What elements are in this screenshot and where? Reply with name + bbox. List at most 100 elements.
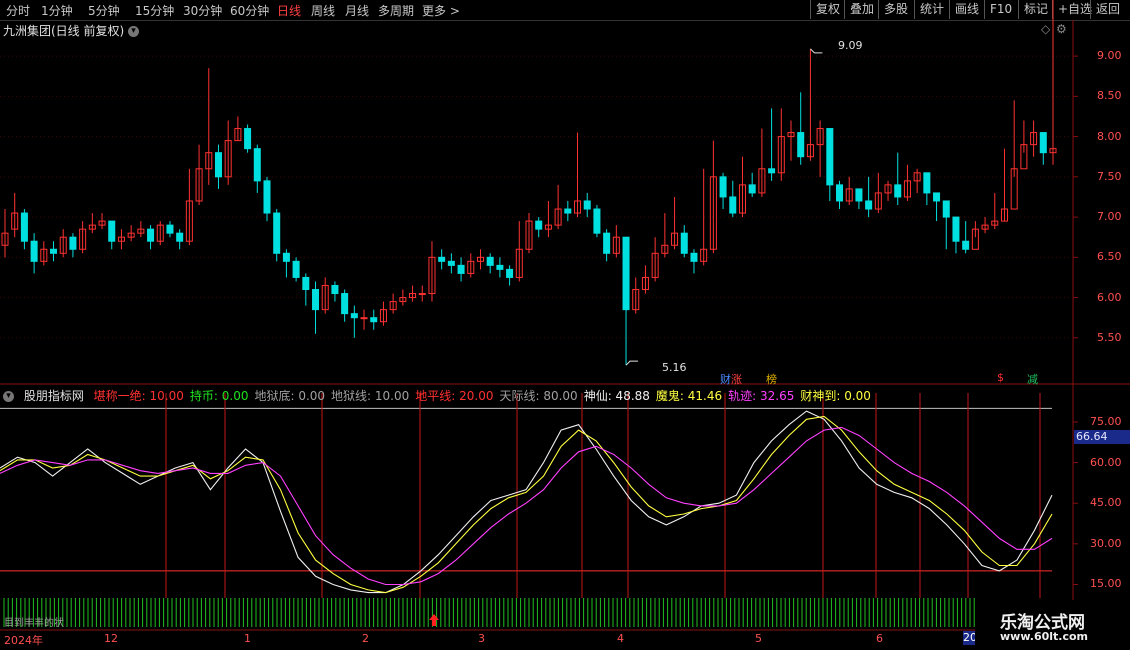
indicator-lines bbox=[0, 393, 1053, 627]
candle-body bbox=[836, 184, 844, 202]
indicator-field: 持币: 0.00 bbox=[189, 389, 249, 403]
indicator-field: 轨迹: 32.65 bbox=[728, 389, 795, 403]
candle-body bbox=[506, 268, 514, 278]
candle-body bbox=[292, 260, 300, 278]
finance-badge[interactable]: 财 bbox=[720, 371, 731, 387]
indicator-series-line bbox=[0, 415, 1053, 594]
low-price-label: 5.16 bbox=[662, 361, 687, 374]
candle-body bbox=[748, 184, 756, 194]
candle-body bbox=[719, 176, 727, 198]
candle-body bbox=[826, 128, 834, 186]
high-price-label: 9.09 bbox=[838, 39, 863, 52]
rise-badge[interactable]: 涨 bbox=[731, 371, 742, 387]
candle-body bbox=[933, 192, 941, 202]
candle-body bbox=[593, 208, 601, 234]
price-tick-label: 6.50 bbox=[1097, 250, 1122, 264]
candle-body bbox=[30, 240, 38, 262]
date-label: 2024年 bbox=[4, 634, 43, 647]
signal-band-label: 目到丰丰的状 bbox=[4, 618, 64, 629]
candle-body bbox=[108, 220, 116, 242]
candle-body bbox=[690, 252, 698, 262]
candle-body bbox=[496, 264, 504, 270]
date-label: 1 bbox=[244, 632, 251, 645]
candle-body bbox=[253, 148, 261, 182]
candle-body bbox=[244, 128, 252, 150]
dividend-badge[interactable]: $ bbox=[997, 371, 1004, 384]
candle-body bbox=[622, 236, 630, 311]
indicator-field: 地狱底: 0.00 bbox=[254, 389, 326, 403]
low-marker-line bbox=[625, 360, 639, 366]
ranking-badge[interactable]: 榜 bbox=[766, 371, 777, 387]
price-tick-label: 8.50 bbox=[1097, 89, 1122, 103]
candle-body bbox=[564, 208, 572, 214]
candle-body bbox=[360, 317, 368, 320]
date-label: 5 bbox=[755, 632, 762, 645]
candle-body bbox=[341, 293, 349, 315]
indicator-field: 地狱线: 10.00 bbox=[331, 389, 410, 403]
candle-body bbox=[166, 224, 174, 234]
indicator-tick-label: 15.00 bbox=[1090, 577, 1122, 591]
indicator-legend: ▾ 股朋指标网 堪称一绝: 10.00 持币: 0.00 地狱底: 0.00 地狱线:… bbox=[3, 387, 883, 404]
candle-body bbox=[418, 293, 426, 296]
indicator-name[interactable]: 股朋指标网 bbox=[24, 389, 84, 403]
candle-body bbox=[855, 188, 863, 202]
indicator-series-line bbox=[0, 426, 1053, 586]
date-label: 4 bbox=[617, 632, 624, 645]
chart-canvas bbox=[0, 0, 1130, 631]
indicator-tick-label: 60.00 bbox=[1090, 455, 1122, 469]
candle-body bbox=[350, 313, 358, 319]
date-label: 6 bbox=[876, 632, 883, 645]
watermark-url: www.60lt.com bbox=[1000, 630, 1089, 643]
candle-body bbox=[952, 216, 960, 242]
candle-body bbox=[312, 289, 320, 311]
indicator-field: 地平线: 20.00 bbox=[415, 389, 494, 403]
candle-body bbox=[603, 232, 611, 254]
candle-body bbox=[69, 236, 77, 250]
indicator-tick-label: 30.00 bbox=[1090, 536, 1122, 550]
price-tick-label: 7.00 bbox=[1097, 210, 1122, 224]
candle-body bbox=[486, 256, 494, 266]
candle-body bbox=[263, 180, 271, 214]
candle-body bbox=[535, 220, 543, 230]
grid-lines bbox=[0, 20, 1130, 631]
candle-body bbox=[176, 232, 184, 242]
chevron-down-icon[interactable]: ▾ bbox=[3, 391, 14, 402]
candle-body bbox=[331, 284, 339, 295]
price-tick-label: 5.50 bbox=[1097, 330, 1122, 344]
candle-body bbox=[923, 172, 931, 194]
high-marker-line bbox=[810, 48, 823, 54]
indicator-tick-label: 75.00 bbox=[1090, 414, 1122, 428]
candle-body bbox=[447, 260, 455, 266]
candle-body bbox=[942, 200, 950, 218]
price-tick-label: 6.00 bbox=[1097, 290, 1122, 304]
candle-body bbox=[457, 264, 465, 274]
candle-body bbox=[214, 152, 222, 178]
date-label: 2 bbox=[362, 632, 369, 645]
date-label: 3 bbox=[478, 632, 485, 645]
indicator-field: 神仙: 48.88 bbox=[583, 389, 650, 403]
candle-body bbox=[583, 200, 591, 210]
candle-body bbox=[768, 168, 776, 174]
candle-body bbox=[50, 248, 58, 254]
candle-body bbox=[1039, 132, 1047, 154]
candle-body bbox=[20, 212, 28, 242]
candle-body bbox=[273, 212, 281, 254]
candle-body bbox=[370, 317, 378, 323]
indicator-field: 财神到: 0.00 bbox=[800, 389, 871, 403]
reduce-badge[interactable]: 减 bbox=[1027, 371, 1038, 387]
candle-body bbox=[282, 252, 290, 262]
price-tick-label: 7.50 bbox=[1097, 169, 1122, 183]
candle-body bbox=[962, 240, 970, 250]
current-value-box: 66.64 bbox=[1074, 430, 1130, 444]
candle-body bbox=[797, 132, 805, 158]
price-tick-label: 9.00 bbox=[1097, 49, 1122, 63]
candle-body bbox=[680, 232, 688, 254]
candle-body bbox=[438, 256, 446, 262]
indicator-series-line bbox=[0, 410, 1053, 594]
buy-arrow-icon bbox=[429, 614, 439, 626]
candle-body bbox=[302, 276, 310, 291]
date-label: 12 bbox=[104, 632, 118, 645]
price-tick-label: 8.00 bbox=[1097, 129, 1122, 143]
candle-body bbox=[147, 228, 155, 242]
indicator-tick-label: 45.00 bbox=[1090, 496, 1122, 510]
